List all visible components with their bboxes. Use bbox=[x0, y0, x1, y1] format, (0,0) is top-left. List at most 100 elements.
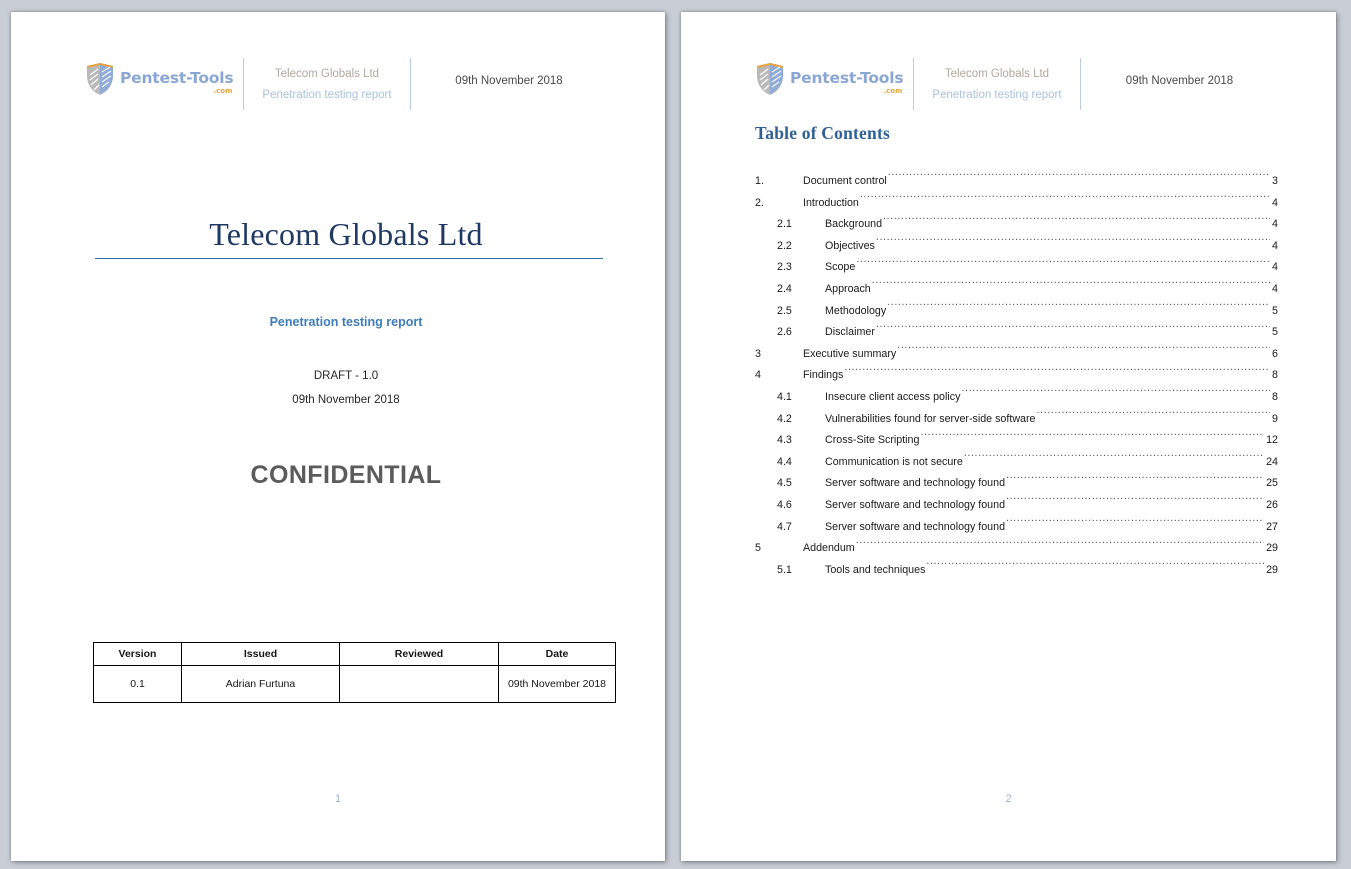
toc-entry[interactable]: 4.7 Server software and technology found 2… bbox=[755, 517, 1278, 539]
document-page-1: Pentest-Tools .com Telecom Globals Ltd P… bbox=[11, 12, 665, 861]
shield-icon bbox=[755, 62, 785, 96]
toc-entry-label: Vulnerabilities found for server-side so… bbox=[825, 412, 1036, 425]
toc-entry-page: 8 bbox=[1272, 369, 1278, 382]
header-client-subtitle: Penetration testing report bbox=[262, 89, 392, 102]
toc-leader-dots bbox=[1006, 497, 1264, 508]
toc-entry-label: Server software and technology found bbox=[825, 477, 1006, 490]
toc-entry-number: 2.1 bbox=[777, 218, 792, 231]
toc-entry[interactable]: 2.5 Methodology 5 bbox=[755, 301, 1278, 323]
toc-heading: Table of Contents bbox=[755, 123, 890, 143]
column-header-reviewed: Reviewed bbox=[339, 642, 499, 666]
toc-entry-page: 29 bbox=[1266, 542, 1278, 555]
page-title: Telecom Globals Ltd bbox=[209, 216, 483, 252]
toc-entry-page: 3 bbox=[1272, 175, 1278, 187]
toc-entry-page: 25 bbox=[1266, 477, 1278, 490]
toc-leader-dots bbox=[872, 281, 1270, 292]
toc-entry-label: Server software and technology found bbox=[825, 498, 1006, 511]
toc-entry[interactable]: 2.6 Disclaimer 5 bbox=[755, 322, 1278, 344]
toc-list: 1. Document control 3 2. Introduction 4 2.1 Bac… bbox=[755, 171, 1278, 581]
toc-entry-number: 2.2 bbox=[777, 239, 792, 252]
toc-entry-label: Document control bbox=[803, 175, 887, 187]
toc-entry[interactable]: 4.5 Server software and technology found 2… bbox=[755, 473, 1278, 495]
toc-entry[interactable]: 4.3 Cross-Site Scripting 12 bbox=[755, 430, 1278, 452]
toc-entry-number: 1. bbox=[755, 175, 764, 187]
toc-entry[interactable]: 4 Findings 8 bbox=[755, 365, 1278, 387]
toc-entry-page: 6 bbox=[1272, 347, 1278, 360]
table-header-row: Version Issued Reviewed Date bbox=[93, 642, 616, 666]
brand-wordmark-text: Pentest-Tools bbox=[120, 69, 234, 88]
toc-entry[interactable]: 4.6 Server software and technology found 2… bbox=[755, 495, 1278, 517]
toc-entry-number: 4.4 bbox=[777, 455, 792, 468]
toc-entry[interactable]: 1. Document control 3 bbox=[755, 171, 1278, 193]
toc-entry-page: 4 bbox=[1272, 261, 1278, 274]
column-header-version: Version bbox=[93, 642, 182, 666]
toc-leader-dots bbox=[856, 540, 1264, 551]
toc-leader-dots bbox=[887, 303, 1270, 314]
toc-entry-label: Introduction bbox=[803, 196, 859, 209]
toc-entry[interactable]: 3 Executive summary 6 bbox=[755, 344, 1278, 366]
brand-tld: .com bbox=[883, 86, 903, 95]
toc-entry-number: 3 bbox=[755, 347, 761, 360]
toc-entry-number: 4.7 bbox=[777, 520, 792, 533]
toc-entry[interactable]: 2.1 Background 4 bbox=[755, 214, 1278, 236]
brand-tld: .com bbox=[213, 86, 233, 95]
toc-entry-page: 27 bbox=[1266, 520, 1278, 533]
header-client-subtitle: Penetration testing report bbox=[932, 89, 1062, 102]
toc-entry-number: 5 bbox=[755, 542, 761, 555]
header-client-block: Telecom Globals Ltd Penetration testing … bbox=[914, 48, 1080, 107]
toc-entry-number: 2.3 bbox=[777, 261, 792, 274]
cover-subtitle: Penetration testing report bbox=[269, 315, 423, 329]
toc-entry[interactable]: 2.4 Approach 4 bbox=[755, 279, 1278, 301]
toc-leader-dots bbox=[926, 562, 1264, 573]
column-header-date: Date bbox=[498, 642, 616, 666]
toc-entry[interactable]: 4.4 Communication is not secure 24 bbox=[755, 452, 1278, 474]
toc-entry[interactable]: 5.1 Tools and techniques 29 bbox=[755, 560, 1278, 582]
toc-entry-number: 4.3 bbox=[777, 434, 792, 447]
header-client-name: Telecom Globals Ltd bbox=[274, 68, 380, 80]
toc-entry[interactable]: 4.2 Vulnerabilities found for server-side… bbox=[755, 409, 1278, 431]
toc-entry-label: Disclaimer bbox=[825, 326, 875, 339]
toc-entry-label: Background bbox=[825, 218, 883, 231]
toc-entry-number: 2.6 bbox=[777, 326, 792, 339]
toc-entry-label: Methodology bbox=[825, 304, 887, 317]
toc-entry[interactable]: 2.3 Scope 4 bbox=[755, 257, 1278, 279]
toc-entry-number: 2.5 bbox=[777, 304, 792, 317]
toc-leader-dots bbox=[876, 238, 1270, 249]
toc-entry-page: 5 bbox=[1272, 326, 1278, 339]
toc-entry-label: Server software and technology found bbox=[825, 520, 1006, 533]
brand-wordmark: Pentest-Tools .com bbox=[790, 71, 904, 95]
toc-entry-page: 8 bbox=[1272, 390, 1278, 403]
toc-entry-page: 12 bbox=[1266, 434, 1278, 447]
toc-entry[interactable]: 2. Introduction 4 bbox=[755, 193, 1278, 215]
table-row: 0.1 Adrian Furtuna 09th November 2018 bbox=[93, 665, 616, 703]
brand-wordmark: Pentest-Tools .com bbox=[120, 69, 234, 95]
document-control-table: Version Issued Reviewed Date 0.1 Adrian … bbox=[93, 642, 616, 703]
title-rule bbox=[95, 258, 603, 259]
toc-leader-dots bbox=[844, 368, 1270, 379]
toc-entry[interactable]: 5 Addendum 29 bbox=[755, 538, 1278, 560]
toc-entry[interactable]: 4.1 Insecure client access policy 8 bbox=[755, 387, 1278, 409]
toc-entry-label: Approach bbox=[825, 282, 871, 295]
toc-entry-label: Objectives bbox=[825, 239, 875, 252]
toc-entry[interactable]: 2.2 Objectives 4 bbox=[755, 236, 1278, 258]
toc-entry-page: 29 bbox=[1266, 563, 1278, 576]
header-date: 09th November 2018 bbox=[455, 75, 563, 87]
toc-leader-dots bbox=[1006, 476, 1264, 487]
toc-entry-page: 24 bbox=[1266, 455, 1278, 468]
toc-entry-number: 4.1 bbox=[777, 390, 792, 403]
toc-entry-page: 4 bbox=[1272, 196, 1278, 209]
toc-entry-number: 4 bbox=[755, 369, 761, 382]
toc-entry-number: 4.6 bbox=[777, 498, 792, 511]
toc-entry-page: 4 bbox=[1272, 218, 1278, 231]
toc-leader-dots bbox=[883, 217, 1270, 228]
toc-leader-dots bbox=[964, 454, 1264, 465]
confidentiality-label: CONFIDENTIAL bbox=[250, 461, 442, 489]
toc-entry-page: 4 bbox=[1272, 239, 1278, 252]
shield-icon bbox=[85, 62, 115, 96]
toc-entry-page: 4 bbox=[1272, 282, 1278, 295]
cover-version-line: DRAFT - 1.0 bbox=[313, 370, 379, 382]
cell-date: 09th November 2018 bbox=[498, 665, 616, 703]
page-number: 1 bbox=[334, 793, 342, 805]
toc-entry-number: 5.1 bbox=[777, 563, 792, 576]
toc-leader-dots bbox=[961, 389, 1270, 400]
